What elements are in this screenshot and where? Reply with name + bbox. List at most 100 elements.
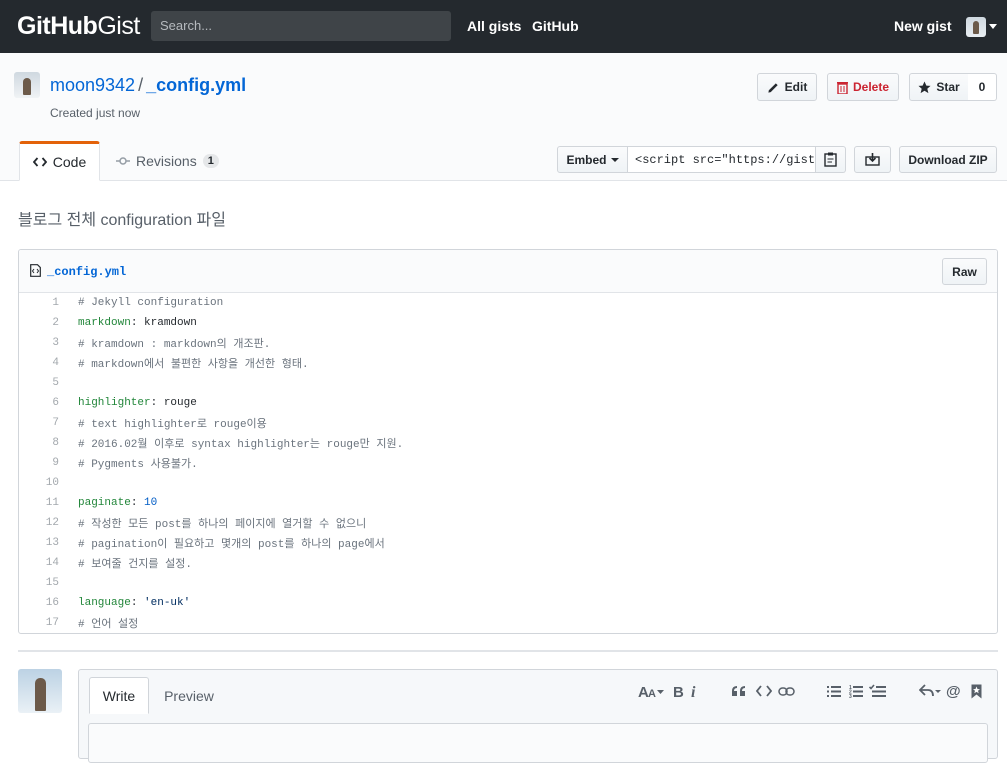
created-timestamp: Created just now	[50, 106, 141, 120]
quote-icon[interactable]	[730, 681, 748, 701]
line-content: paginate: 10	[78, 497, 158, 509]
line-content: # 언어 설정	[78, 619, 139, 631]
gist-description: 블로그 전체 configuration 파일	[18, 212, 226, 229]
embed-code-field[interactable]: <script src="https://gist.	[628, 146, 816, 173]
code-line: 12 # 작성한 모든 post를 하나의 페이지에 열거할 수 없으니	[19, 513, 997, 533]
line-content: # text highlighter로 rouge이용	[78, 419, 267, 431]
yaml-value: rouge	[163, 397, 197, 409]
code-insert-icon[interactable]	[755, 681, 773, 701]
embed-dropdown[interactable]: Embed	[557, 146, 628, 173]
file-box: _config.yml Raw 1 # Jekyll configuration 2…	[18, 249, 998, 634]
line-content: # Pygments 사용불가.	[78, 459, 198, 471]
yaml-key: language	[78, 597, 131, 609]
line-content: # kramdown : markdown의 개조판.	[78, 339, 271, 351]
text-size-icon[interactable]: AA	[637, 681, 667, 701]
tab-code[interactable]: Code	[19, 141, 100, 181]
file-header: _config.yml Raw	[19, 250, 997, 293]
svg-text:A: A	[648, 688, 656, 698]
trash-icon	[836, 81, 848, 94]
line-content: # 보여줄 건지를 설정.	[78, 559, 192, 571]
code-line: 3 # kramdown : markdown의 개조판.	[19, 333, 997, 353]
code-line: 7 # text highlighter로 rouge이용	[19, 413, 997, 433]
link-icon[interactable]	[777, 681, 795, 701]
code-line: 9 # Pygments 사용불가.	[19, 453, 997, 473]
line-number[interactable]: 14	[19, 557, 59, 569]
line-number[interactable]: 4	[19, 357, 59, 369]
github-link[interactable]: GitHub	[532, 18, 579, 34]
line-number[interactable]: 6	[19, 397, 59, 409]
code-line: 15	[19, 573, 997, 593]
bold-icon[interactable]: B	[671, 681, 685, 701]
line-number[interactable]: 17	[19, 617, 59, 629]
copy-to-clipboard-button[interactable]	[816, 146, 846, 173]
code-line: 6 highlighter: rouge	[19, 393, 997, 413]
code-view: 1 # Jekyll configuration 2 markdown: kramdo…	[19, 293, 997, 633]
line-number[interactable]: 9	[19, 457, 59, 469]
line-number[interactable]: 8	[19, 437, 59, 449]
search-input[interactable]: Search...	[151, 11, 451, 41]
revisions-counter: 1	[202, 154, 219, 168]
line-number[interactable]: 12	[19, 517, 59, 529]
owner-avatar[interactable]	[14, 72, 40, 98]
code-line: 16 language: 'en-uk'	[19, 593, 997, 613]
svg-text:B: B	[673, 684, 684, 698]
open-desktop-button[interactable]	[854, 146, 891, 173]
caret-down-icon	[610, 157, 619, 162]
code-line: 14 # 보여줄 건지를 설정.	[19, 553, 997, 573]
reply-icon[interactable]	[918, 681, 942, 701]
yaml-key: markdown	[78, 317, 131, 329]
mention-icon[interactable]: @	[945, 681, 963, 701]
code-line: 8 # 2016.02월 이후로 syntax highlighter는 roug…	[19, 433, 997, 453]
line-content: # 작성한 모든 post를 하나의 페이지에 열거할 수 없으니	[78, 519, 367, 531]
ordered-list-icon[interactable]: 123	[848, 681, 864, 701]
code-line: 10	[19, 473, 997, 493]
raw-button[interactable]: Raw	[942, 258, 987, 285]
tab-write[interactable]: Write	[89, 677, 149, 714]
svg-text:i: i	[691, 684, 696, 698]
file-name-link[interactable]: _config.yml	[47, 265, 126, 279]
line-number[interactable]: 10	[19, 477, 59, 489]
line-content: # 2016.02월 이후로 syntax highlighter는 rouge…	[78, 439, 404, 451]
commit-icon	[116, 157, 130, 165]
line-number[interactable]: 15	[19, 577, 59, 589]
code-line: 11 paginate: 10	[19, 493, 997, 513]
line-number[interactable]: 7	[19, 417, 59, 429]
star-button[interactable]: Star	[909, 73, 969, 101]
top-navigation-bar: GitHubGist Search... All gists GitHub Ne…	[0, 0, 1007, 53]
owner-link[interactable]: moon9342	[50, 75, 135, 95]
yaml-key: paginate	[78, 497, 131, 509]
line-number[interactable]: 1	[19, 297, 59, 309]
user-avatar[interactable]	[966, 17, 986, 37]
line-content: language: 'en-uk'	[78, 597, 191, 609]
edit-button[interactable]: Edit	[757, 73, 817, 101]
new-gist-link[interactable]: New gist	[894, 18, 952, 34]
task-list-icon[interactable]	[868, 681, 886, 701]
yaml-value: kramdown	[144, 317, 197, 329]
unordered-list-icon[interactable]	[826, 681, 842, 701]
line-number[interactable]: 3	[19, 337, 59, 349]
github-gist-logo[interactable]: GitHubGist	[17, 12, 140, 41]
italic-icon[interactable]: i	[690, 681, 700, 701]
bookmark-icon[interactable]	[969, 681, 983, 701]
line-number[interactable]: 11	[19, 497, 59, 509]
line-number[interactable]: 16	[19, 597, 59, 609]
yaml-key: highlighter	[78, 397, 151, 409]
tab-revisions[interactable]: Revisions 1	[116, 141, 219, 181]
chevron-down-icon[interactable]	[989, 24, 997, 29]
line-number[interactable]: 5	[19, 377, 59, 389]
star-count[interactable]: 0	[968, 73, 997, 101]
line-number[interactable]: 2	[19, 317, 59, 329]
desktop-download-icon	[865, 152, 880, 166]
code-line: 17 # 언어 설정	[19, 613, 997, 633]
line-number[interactable]: 13	[19, 537, 59, 549]
delete-button[interactable]: Delete	[827, 73, 899, 101]
code-line: 2 markdown: kramdown	[19, 313, 997, 333]
comment-textarea[interactable]	[88, 723, 988, 763]
all-gists-link[interactable]: All gists	[467, 18, 521, 34]
code-icon	[32, 157, 47, 167]
line-content: # Jekyll configuration	[78, 297, 224, 309]
tab-preview[interactable]: Preview	[153, 677, 225, 714]
clipboard-icon	[824, 152, 837, 167]
gist-filename-link[interactable]: _config.yml	[146, 75, 246, 95]
download-zip-button[interactable]: Download ZIP	[899, 146, 997, 173]
